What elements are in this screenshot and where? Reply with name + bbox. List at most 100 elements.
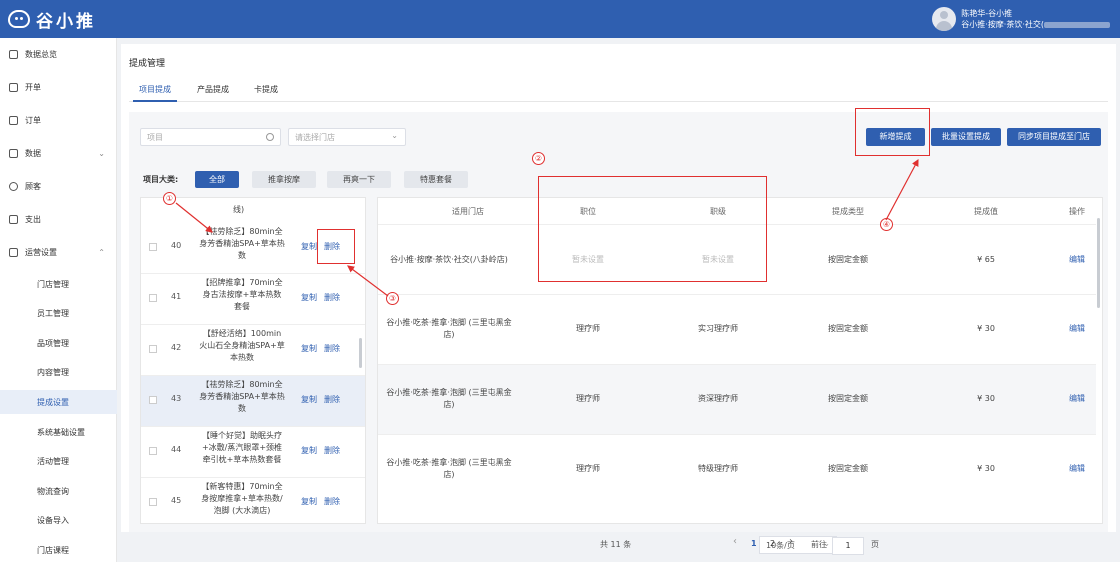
main-content: 提成管理 项目提成 产品提成 卡提成 项目 请选择门店 ⌄ 新增提成 批量设置提… [121,44,1116,555]
sidebar-item-data[interactable]: 数据 ⌄ [0,141,117,165]
sidebar-subitem-items[interactable]: 品项管理 [0,331,117,355]
tab-product-commission[interactable]: 产品提成 [197,84,229,95]
copy-link[interactable]: 复制 [301,394,317,405]
next-page-button[interactable]: › [789,536,793,547]
goto-label: 前往 [811,540,827,549]
copy-link[interactable]: 复制 [301,343,317,354]
sidebar-item-label: 门店课程 [37,545,69,555]
prev-page-button[interactable]: ‹ [733,536,737,547]
sidebar-subitem-activities[interactable]: 活动管理 [0,449,117,473]
sidebar-item-label: 物流查询 [37,486,69,496]
sidebar-item-customers[interactable]: 顾客 [0,174,117,198]
annotation-number-1: ① [163,192,176,205]
tab-card-commission[interactable]: 卡提成 [254,84,278,95]
table-scrollbar[interactable] [1097,218,1100,308]
row-index: 45 [171,496,182,505]
column-header-action: 操作 [1069,207,1085,216]
sidebar-subitem-logistics[interactable]: 物流查询 [0,479,117,503]
cell-level: 特级理疗师 [698,464,738,473]
item-name: 【招牌推拿】70min全身古法按摩+草本热数套餐 [201,278,283,311]
copy-link[interactable]: 复制 [301,496,317,507]
edit-link[interactable]: 编辑 [1062,323,1092,335]
cell-level: 实习理疗师 [698,324,738,333]
copy-link[interactable]: 复制 [301,241,317,252]
dashboard-icon [9,49,18,59]
sidebar-item-expenses[interactable]: 支出 [0,207,117,231]
edit-link[interactable]: 编辑 [1062,254,1092,266]
cell-value: ¥ 30 [977,324,995,333]
category-all[interactable]: 全部 [195,171,239,188]
item-name: 【睡个好觉】助眠头疗+冰敷/蒸汽眼罩+颈椎牵引枕+草本热数套餐 [201,431,283,464]
page-title: 提成管理 [129,59,166,69]
user-menu[interactable]: 陈艳华-谷小推 谷小推·按摩·茶饮·社交( [932,5,1110,33]
item-name: 【祛劳除乏】80min全身芳香精油SPA+草本热数 [199,380,285,413]
sidebar-subitem-system[interactable]: 系统基础设置 [0,420,117,444]
delete-link[interactable]: 删除 [324,292,340,303]
row-checkbox[interactable] [149,294,157,302]
sidebar-item-open-order[interactable]: 开单 [0,75,117,99]
table-row: 谷小推·吃茶·推拿·泡脚 (三里屯黑金店) 理疗师 特级理疗师 按固定金额 ¥ … [378,434,1096,504]
sidebar-item-label: 员工管理 [37,308,69,318]
row-checkbox[interactable] [149,396,157,404]
cloud-logo-icon [8,10,30,28]
category-special[interactable]: 特惠套餐 [404,171,468,188]
list-item[interactable]: 45 【新客特惠】70min全身按摩推拿+草本热数/泡脚 (大水滴店) 复制 删… [141,478,365,523]
sidebar: 数据总览 开单 订单 数据 ⌄ 顾客 支出 运营设置 ⌃ 门店管理 员工管理 品项管… [0,38,117,562]
cell-position: 理疗师 [576,324,600,333]
sidebar-subitem-stores[interactable]: 门店管理 [0,272,117,296]
category-extra[interactable]: 再爽一下 [327,171,391,188]
item-search-input[interactable]: 项目 [140,128,281,146]
row-checkbox[interactable] [149,498,157,506]
sidebar-subitem-courses[interactable]: 门店课程 [0,538,117,562]
edit-link[interactable]: 编辑 [1062,463,1092,475]
blurred-text [1044,21,1110,28]
tab-bar: 项目提成 产品提成 卡提成 [129,80,1108,102]
store-select[interactable]: 请选择门店 ⌄ [288,128,406,146]
sidebar-item-overview[interactable]: 数据总览 [0,42,117,66]
item-name: 【祛劳除乏】80min全身芳香精油SPA+草本热数 [199,227,285,260]
annotation-number-2: ② [532,152,545,165]
row-checkbox[interactable] [149,243,157,251]
sidebar-item-operations[interactable]: 运营设置 ⌃ [0,240,117,264]
page-2-button[interactable]: 2 [770,539,775,548]
list-item[interactable]: 41 【招牌推拿】70min全身古法按摩+草本热数套餐 复制 删除 [141,274,365,325]
edit-link[interactable]: 编辑 [1062,393,1092,405]
column-header-type: 提成类型 [832,207,864,216]
pagination-total: 共 11 条 [600,540,632,549]
tab-item-commission[interactable]: 项目提成 [139,84,171,95]
list-item[interactable]: 42 【舒经活络】100min火山石全身精油SPA+草本热数 复制 删除 [141,325,365,376]
row-checkbox[interactable] [149,447,157,455]
sidebar-subitem-commission[interactable]: 提成设置 [0,390,117,414]
delete-link[interactable]: 删除 [324,496,340,507]
list-item[interactable]: 44 【睡个好觉】助眠头疗+冰敷/蒸汽眼罩+颈椎牵引枕+草本热数套餐 复制 删除 [141,427,365,478]
list-item-selected[interactable]: 43 【祛劳除乏】80min全身芳香精油SPA+草本热数 复制 删除 [141,376,365,427]
category-massage[interactable]: 推拿按摩 [252,171,316,188]
delete-link[interactable]: 删除 [324,445,340,456]
copy-link[interactable]: 复制 [301,445,317,456]
goto-page-input[interactable]: 1 [832,537,864,555]
delete-link[interactable]: 删除 [324,394,340,405]
sidebar-item-label: 顾客 [25,181,41,191]
chevron-up-icon: ⌃ [98,247,105,257]
delete-link[interactable]: 删除 [324,343,340,354]
customer-icon [9,181,18,191]
column-header-value: 提成值 [974,207,998,216]
order-form-icon [9,82,18,92]
annotation-number-3: ③ [386,292,399,305]
list-scrollbar[interactable] [359,338,362,368]
copy-link[interactable]: 复制 [301,292,317,303]
cell-level: 资深理疗师 [698,394,738,403]
orders-icon [9,115,18,125]
cell-store: 谷小推·吃茶·推拿·泡脚 (三里屯黑金店) [386,458,512,479]
logo[interactable]: 谷小推 [8,7,96,32]
sync-commission-button[interactable]: 同步项目提成至门店 [1007,128,1101,146]
sidebar-item-label: 内容管理 [37,367,69,377]
sidebar-item-orders[interactable]: 订单 [0,108,117,132]
row-checkbox[interactable] [149,345,157,353]
sidebar-subitem-staff[interactable]: 员工管理 [0,301,117,325]
page-1-button[interactable]: 1 [751,539,757,548]
batch-commission-button[interactable]: 批量设置提成 [931,128,1001,146]
sidebar-subitem-device-import[interactable]: 设备导入 [0,508,117,532]
cell-store: 谷小推·吃茶·推拿·泡脚 (三里屯黑金店) [386,318,512,339]
sidebar-subitem-content[interactable]: 内容管理 [0,360,117,384]
